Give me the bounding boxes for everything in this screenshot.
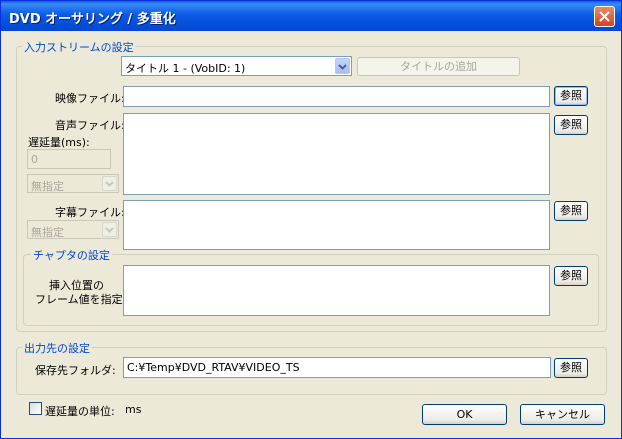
- window-title: DVD オーサリング / 多重化: [9, 12, 176, 27]
- subtitle-browse-label: 参照: [560, 204, 582, 217]
- close-button[interactable]: [594, 6, 615, 27]
- input-stream-legend: 入力ストリームの設定: [22, 39, 136, 55]
- output-legend: 出力先の設定: [22, 340, 92, 356]
- close-icon: [599, 11, 610, 22]
- delay-input[interactable]: 0: [27, 149, 111, 169]
- title-bar[interactable]: DVD オーサリング / 多重化: [1, 1, 621, 31]
- chapter-label-line2: フレーム値を指定: [35, 293, 123, 306]
- delay-unit-label: 遅延量の単位:: [45, 405, 115, 418]
- chevron-down-icon: [338, 64, 347, 70]
- delay-unit-checkbox[interactable]: [29, 402, 42, 415]
- output-folder-input[interactable]: C:¥Temp¥DVD_RTAV¥VIDEO_TS: [123, 357, 551, 378]
- subtitle-browse-button[interactable]: 参照: [554, 201, 588, 221]
- audio-language-select[interactable]: 無指定: [27, 174, 119, 193]
- chevron-down-icon: [105, 227, 114, 233]
- ok-button-label: OK: [456, 408, 473, 421]
- audio-browse-label: 参照: [560, 118, 582, 131]
- chevron-down-icon: [105, 181, 114, 187]
- audio-language-dropdown[interactable]: [102, 176, 117, 191]
- add-title-button-label: タイトルの追加: [400, 60, 477, 73]
- chapter-legend: チャプタの設定: [31, 247, 112, 263]
- delay-unit-value: ms: [125, 403, 142, 416]
- audio-file-label: 音声ファイル:: [55, 119, 125, 132]
- title-select[interactable]: タイトル 1 - (VobID: 1): [121, 56, 352, 76]
- add-title-button[interactable]: タイトルの追加: [357, 57, 520, 76]
- cancel-button-label: キャンセル: [535, 408, 590, 421]
- subtitle-file-list[interactable]: [123, 200, 550, 250]
- subtitle-language-value: 無指定: [31, 226, 64, 239]
- chapter-browse-label: 参照: [560, 269, 582, 282]
- video-file-input[interactable]: [123, 86, 550, 107]
- dialog-window: DVD オーサリング / 多重化 入力ストリームの設定 タイトル 1 - (Vo…: [0, 0, 622, 439]
- title-select-dropdown[interactable]: [335, 58, 350, 74]
- output-folder-value: C:¥Temp¥DVD_RTAV¥VIDEO_TS: [127, 361, 300, 374]
- video-browse-button[interactable]: 参照: [554, 86, 588, 106]
- video-browse-label: 参照: [560, 89, 582, 102]
- title-select-value: タイトル 1 - (VobID: 1): [125, 62, 246, 75]
- subtitle-language-select[interactable]: 無指定: [27, 220, 119, 239]
- chapter-frames-input[interactable]: [123, 265, 550, 316]
- chapter-browse-button[interactable]: 参照: [554, 266, 588, 286]
- output-folder-label: 保存先フォルダ:: [35, 364, 116, 377]
- cancel-button[interactable]: キャンセル: [520, 404, 605, 425]
- delay-value: 0: [31, 153, 38, 166]
- subtitle-file-label: 字幕ファイル:: [55, 206, 125, 219]
- output-browse-label: 参照: [560, 361, 582, 374]
- audio-file-list[interactable]: [123, 113, 550, 195]
- video-file-label: 映像ファイル:: [55, 92, 125, 105]
- subtitle-language-dropdown[interactable]: [102, 222, 117, 237]
- audio-language-value: 無指定: [31, 180, 64, 193]
- delay-label: 遅延量(ms):: [28, 136, 90, 149]
- output-browse-button[interactable]: 参照: [554, 358, 588, 378]
- ok-button[interactable]: OK: [422, 404, 507, 425]
- audio-browse-button[interactable]: 参照: [554, 115, 588, 135]
